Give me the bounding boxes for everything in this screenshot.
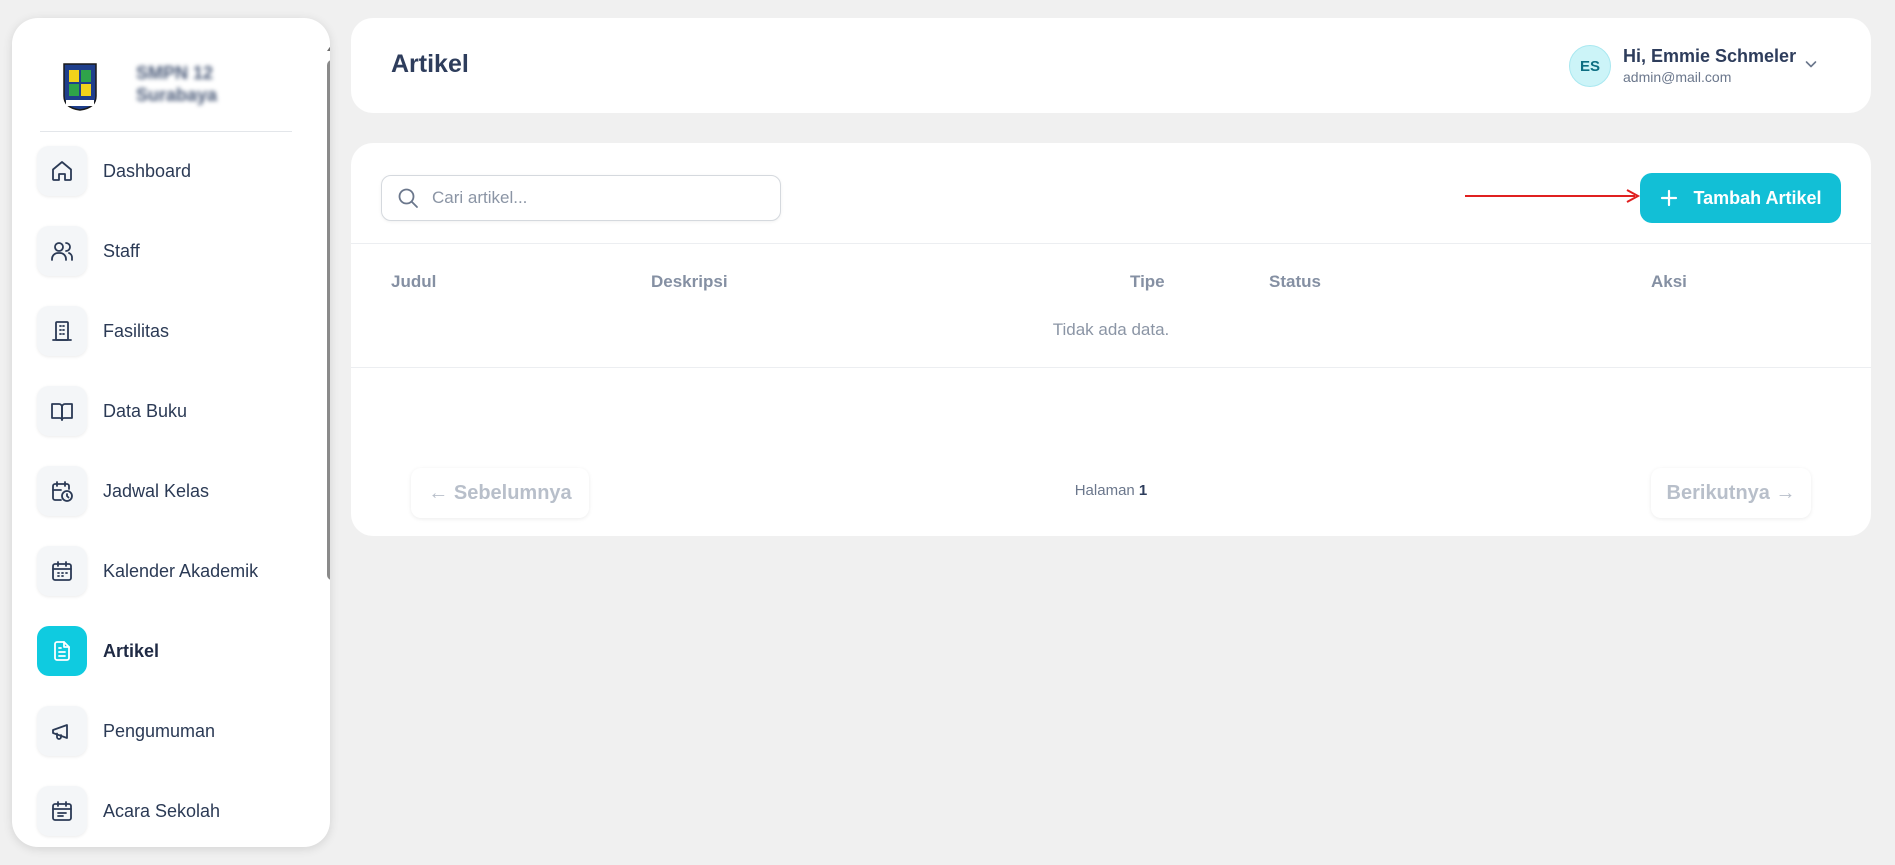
sidebar-item-label: Kalender Akademik [103, 560, 259, 581]
user-email: admin@mail.com [1623, 69, 1732, 85]
articles-card: Tambah Artikel Judul Deskripsi Tipe Stat… [351, 143, 1871, 536]
sidebar-item-fasilitas[interactable]: Fasilitas [37, 305, 317, 357]
sidebar: SMPN 12 Surabaya Dashboard Staff Fasilit… [12, 18, 330, 847]
sidebar-item-acara-sekolah[interactable]: Acara Sekolah [37, 785, 317, 837]
empty-state-text: Tidak ada data. [1052, 320, 1170, 339]
table-empty-row: Tidak ada data. [351, 308, 1871, 368]
sidebar-item-label: Acara Sekolah [103, 800, 221, 821]
avatar[interactable]: ES [1569, 45, 1611, 87]
annotation-arrow-icon [1465, 189, 1641, 203]
sidebar-item-jadwal-kelas[interactable]: Jadwal Kelas [37, 465, 317, 517]
sidebar-item-staff[interactable]: Staff [37, 225, 317, 277]
calendar-clock-icon [37, 466, 87, 516]
sidebar-item-kalender-akademik[interactable]: Kalender Akademik [37, 545, 317, 597]
next-page-button[interactable]: Berikutnya → [1651, 468, 1811, 518]
sidebar-item-label: Staff [103, 240, 140, 261]
megaphone-icon [37, 706, 87, 756]
sidebar-item-label: Artikel [103, 640, 160, 661]
document-icon [37, 626, 87, 676]
sidebar-item-label: Fasilitas [103, 320, 170, 341]
scroll-up-arrow-icon[interactable] [327, 44, 330, 51]
school-logo [63, 63, 97, 111]
brand-name: SMPN 12 Surabaya [136, 62, 256, 108]
table-header: Judul Deskripsi Tipe Status Aksi [351, 243, 1871, 308]
add-article-label: Tambah Artikel [1693, 187, 1822, 208]
building-icon [37, 306, 87, 356]
sidebar-item-artikel[interactable]: Artikel [37, 625, 317, 677]
calendar-icon [37, 546, 87, 596]
chevron-down-icon[interactable] [1803, 56, 1819, 72]
column-header-judul: Judul [391, 272, 437, 291]
page-number: 1 [1138, 482, 1148, 499]
scrollbar-thumb[interactable] [327, 60, 330, 580]
sidebar-item-dashboard[interactable]: Dashboard [37, 145, 317, 197]
sidebar-item-label: Dashboard [103, 160, 192, 181]
sidebar-item-label: Jadwal Kelas [103, 480, 210, 501]
column-header-deskripsi: Deskripsi [651, 272, 728, 291]
column-header-aksi: Aksi [1651, 272, 1687, 291]
book-open-icon [37, 386, 87, 436]
sidebar-scrollbar[interactable] [326, 40, 330, 847]
search-icon [398, 188, 418, 208]
brand-name-line2: Surabaya [136, 85, 218, 105]
sidebar-item-label: Pengumuman [103, 720, 216, 741]
users-icon [37, 226, 87, 276]
add-article-button[interactable]: Tambah Artikel [1640, 173, 1841, 223]
sidebar-item-label: Data Buku [103, 400, 188, 421]
page-indicator: Halaman 1 [351, 482, 1871, 499]
calendar-event-icon [37, 786, 87, 836]
page-title: Artikel [391, 50, 469, 78]
plus-icon [1661, 189, 1678, 207]
user-greeting[interactable]: Hi, Emmie Schmeler [1623, 46, 1796, 67]
column-header-tipe: Tipe [1130, 272, 1165, 291]
brand-name-line1: SMPN 12 [136, 63, 214, 83]
home-icon [37, 146, 87, 196]
top-header: Artikel ES Hi, Emmie Schmeler admin@mail… [351, 18, 1871, 113]
column-header-status: Status [1269, 272, 1321, 291]
sidebar-item-pengumuman[interactable]: Pengumuman [37, 705, 317, 757]
brand: SMPN 12 Surabaya [40, 40, 292, 132]
search-box[interactable] [381, 175, 781, 221]
sidebar-item-data-buku[interactable]: Data Buku [37, 385, 317, 437]
search-input[interactable] [432, 188, 762, 208]
page-label: Halaman [1074, 482, 1135, 499]
